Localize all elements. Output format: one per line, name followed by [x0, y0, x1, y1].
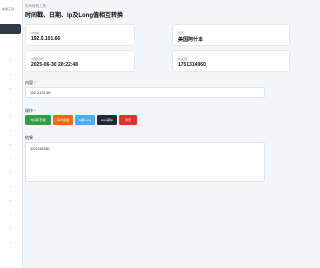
input-label: 内容*	[25, 80, 36, 85]
sidebar: 在线工具	[0, 0, 23, 268]
action-label: 操作*	[25, 108, 36, 113]
sidebar-brand: 在线工具	[2, 7, 15, 11]
ip-to-long-button[interactable]: Ip转Long	[75, 115, 95, 125]
location-card-value: 美国阿什本	[178, 37, 204, 43]
ip-card-value: 192.0.101.66	[31, 36, 61, 42]
timestamp-card-label: 时间戳	[178, 57, 188, 61]
clear-button[interactable]: 清空	[119, 115, 137, 125]
main-content: 时间转换工具 时间戳、日期、Ip及Long值相互转换 IP地址 192.0.10…	[25, 0, 290, 268]
sidebar-item-active[interactable]	[0, 24, 21, 34]
timestamp-card-value: 1751314960	[178, 62, 206, 68]
ip-card: IP地址 192.0.101.66	[25, 24, 135, 46]
location-card-label: 位置	[178, 31, 185, 35]
timestamp-card: 时间戳 1751314960	[172, 50, 290, 72]
current-time-card: 当前时间 2025-06-30 20:22:48	[25, 50, 135, 72]
page-title: 时间戳、日期、Ip及Long值相互转换	[25, 13, 123, 19]
breadcrumb: 时间转换工具	[25, 4, 46, 8]
result-label: 结果	[25, 135, 33, 140]
time-to-date-button[interactable]: 时间转日期	[25, 115, 51, 125]
content-input[interactable]: 192.0.101.66	[25, 87, 265, 98]
location-card: 位置 美国阿什本	[172, 24, 290, 46]
ip-card-label: IP地址	[31, 31, 40, 35]
sidebar-divider	[10, 60, 11, 250]
to-timestamp-button[interactable]: 转时间戳	[53, 115, 73, 125]
current-time-label: 当前时间	[31, 57, 44, 61]
long-to-ip-button[interactable]: Long转Ip	[97, 115, 117, 125]
result-output[interactable]: 3221251650	[25, 142, 265, 182]
current-time-value: 2025-06-30 20:22:48	[31, 62, 78, 68]
